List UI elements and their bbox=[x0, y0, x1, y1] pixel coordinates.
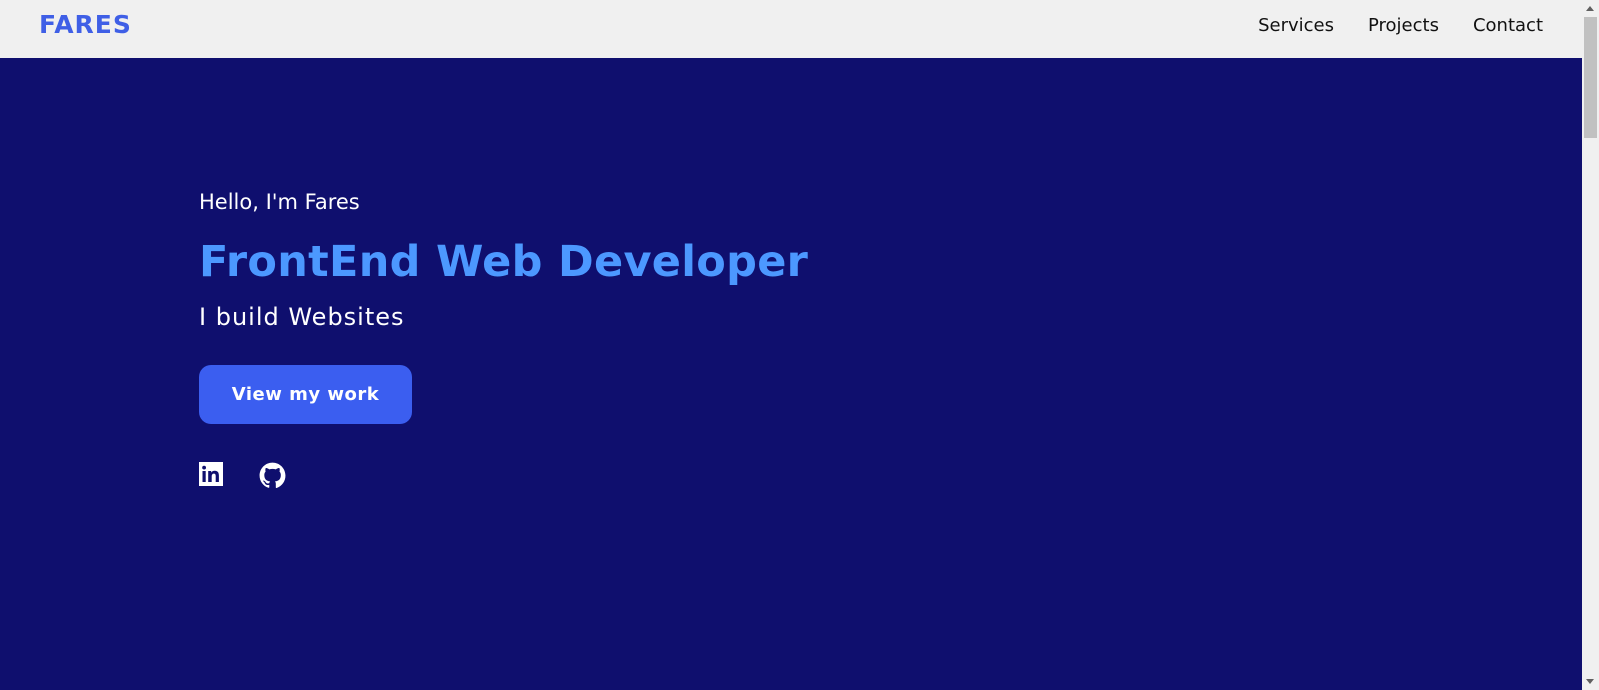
hero-title: FrontEnd Web Developer bbox=[199, 237, 809, 287]
hero-greeting: Hello, I'm Fares bbox=[199, 190, 360, 214]
github-icon bbox=[259, 462, 286, 488]
page: FARES Services Projects Contact Hello, I… bbox=[0, 0, 1582, 690]
nav-item-contact: Contact bbox=[1473, 15, 1543, 36]
hero-section: Hello, I'm Fares FrontEnd Web Developer … bbox=[199, 187, 808, 489]
scrollbar-thumb[interactable] bbox=[1584, 17, 1597, 138]
nav-item-services: Services bbox=[1258, 15, 1334, 36]
linkedin-link[interactable] bbox=[199, 462, 226, 489]
scroll-down-icon[interactable] bbox=[1586, 679, 1594, 684]
nav-item-projects: Projects bbox=[1368, 15, 1439, 36]
github-link[interactable] bbox=[259, 462, 286, 489]
navbar: FARES Services Projects Contact bbox=[0, 0, 1582, 58]
scroll-up-icon[interactable] bbox=[1586, 6, 1594, 11]
hero-subtitle: I build Websites bbox=[199, 303, 405, 331]
social-links bbox=[199, 462, 808, 489]
vertical-scrollbar[interactable] bbox=[1582, 0, 1599, 690]
view-my-work-button[interactable]: View my work bbox=[199, 365, 412, 424]
nav-menu: Services Projects Contact bbox=[1258, 15, 1543, 36]
nav-link-services[interactable]: Services bbox=[1258, 15, 1334, 36]
nav-link-projects[interactable]: Projects bbox=[1368, 15, 1439, 36]
linkedin-icon bbox=[199, 462, 223, 486]
site-logo[interactable]: FARES bbox=[39, 10, 132, 39]
nav-link-contact[interactable]: Contact bbox=[1473, 15, 1543, 36]
